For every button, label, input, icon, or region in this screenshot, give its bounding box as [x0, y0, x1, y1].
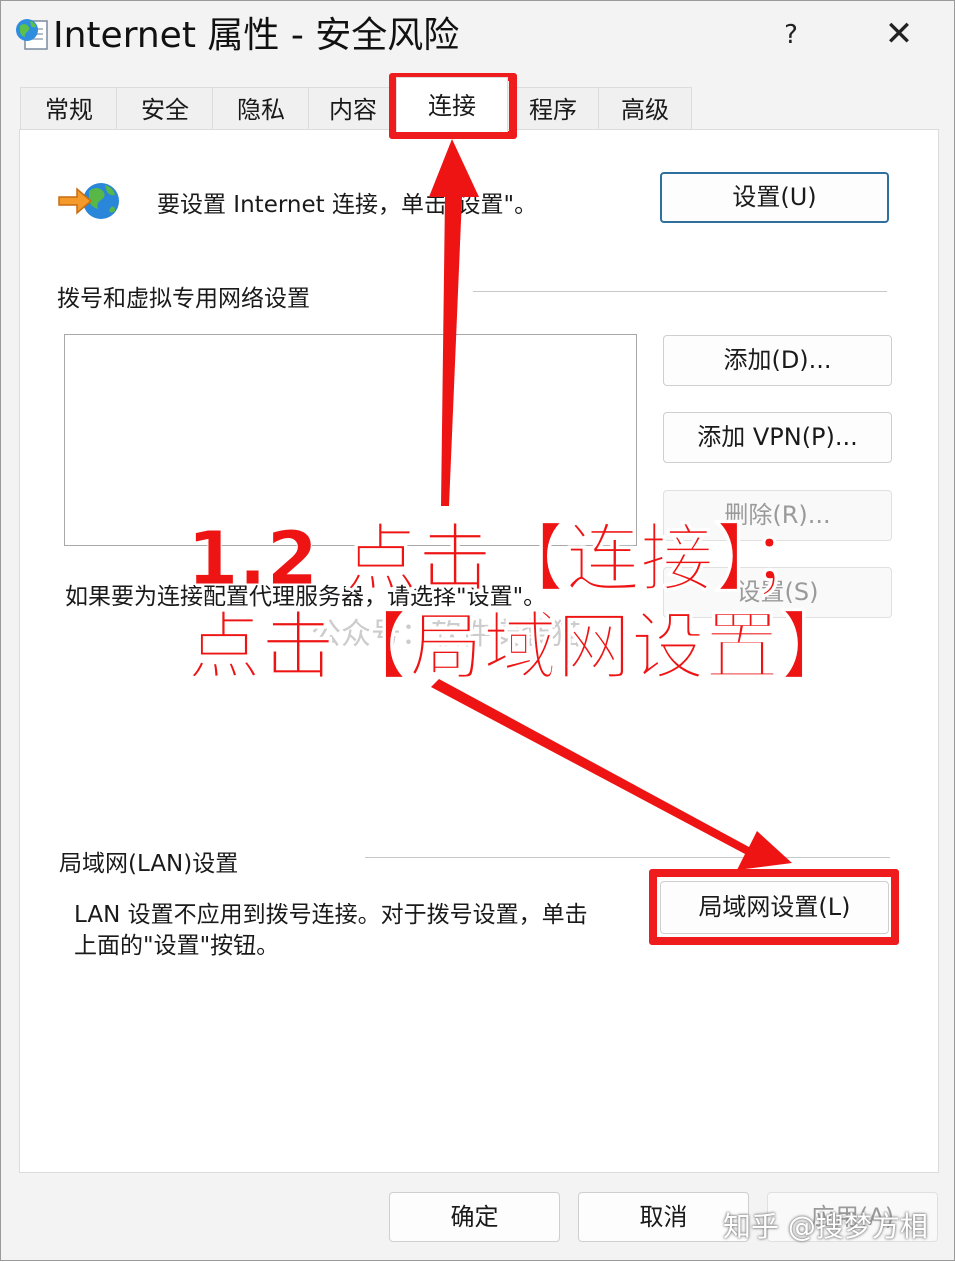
lan-description-line1: LAN 设置不应用到拨号连接。对于拨号设置，单击 — [74, 902, 588, 928]
window-title: Internet 属性 - 安全风险 — [53, 15, 460, 56]
annotation-line-2: 点击【局域网设置】 — [187, 604, 854, 690]
tab-connections[interactable]: 连接 — [396, 77, 508, 132]
ok-button[interactable]: 确定 — [389, 1192, 560, 1242]
tab-privacy[interactable]: 隐私 — [212, 87, 310, 130]
tab-security[interactable]: 安全 — [116, 87, 214, 130]
corner-watermark: 知乎 @搜梦方相 — [723, 1210, 928, 1243]
help-button[interactable]: ? — [771, 17, 811, 53]
dialup-divider — [473, 291, 887, 292]
setup-description: 要设置 Internet 连接，单击"设置"。 — [157, 192, 538, 218]
tab-general[interactable]: 常规 — [20, 87, 118, 130]
tab-advanced[interactable]: 高级 — [598, 87, 692, 130]
dialup-section-label: 拨号和虚拟专用网络设置 — [57, 286, 310, 312]
annotation-line-1: 1.2 点击【连接】； — [187, 516, 826, 602]
add-vpn-button[interactable]: 添加 VPN(P)... — [663, 412, 892, 463]
tab-programs[interactable]: 程序 — [506, 87, 600, 130]
connection-list[interactable] — [64, 334, 637, 546]
internet-properties-dialog: Internet 属性 - 安全风险 ? ✕ 常规 安全 隐私 内容 连接 程序… — [0, 0, 955, 1261]
tab-content[interactable]: 内容 — [308, 87, 398, 130]
setup-button[interactable]: 设置(U) — [660, 172, 889, 223]
add-button[interactable]: 添加(D)... — [663, 335, 892, 386]
title-bar[interactable]: Internet 属性 - 安全风险 ? ✕ — [1, 1, 954, 73]
connect-globe-icon — [58, 183, 119, 219]
lan-description-line2: 上面的"设置"按钮。 — [74, 933, 280, 959]
lan-section-label: 局域网(LAN)设置 — [59, 851, 239, 877]
internet-options-icon — [16, 19, 48, 50]
lan-divider — [365, 857, 890, 858]
lan-button-highlight — [649, 869, 899, 945]
close-button[interactable]: ✕ — [877, 13, 921, 55]
